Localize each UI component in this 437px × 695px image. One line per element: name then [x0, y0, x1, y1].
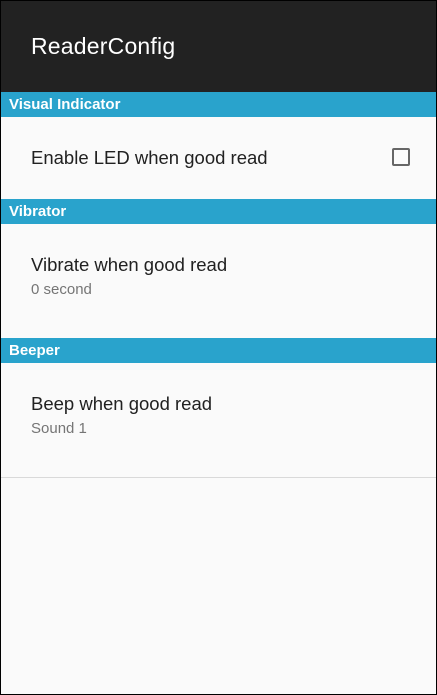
app-bar: ReaderConfig [1, 1, 436, 92]
beep-title: Beep when good read [31, 393, 213, 414]
category-header-vibrator: Vibrator [1, 199, 436, 224]
vibrate-preference[interactable]: Vibrate when good read 0 second [1, 224, 436, 338]
category-header-visual-indicator: Visual Indicator [1, 92, 436, 117]
enable-led-title: Enable LED when good read [31, 147, 268, 168]
beep-summary: Sound 1 [31, 420, 87, 437]
category-header-beeper: Beeper [1, 338, 436, 363]
app-title: ReaderConfig [31, 33, 176, 59]
checkbox-unchecked-icon[interactable] [392, 148, 410, 166]
screen: ReaderConfig Visual Indicator Enable LED… [0, 0, 437, 695]
enable-led-preference[interactable]: Enable LED when good read [1, 117, 436, 199]
beep-preference[interactable]: Beep when good read Sound 1 [1, 363, 436, 477]
vibrate-title: Vibrate when good read [31, 254, 228, 275]
list-divider [1, 477, 436, 478]
vibrate-summary: 0 second [31, 281, 92, 298]
